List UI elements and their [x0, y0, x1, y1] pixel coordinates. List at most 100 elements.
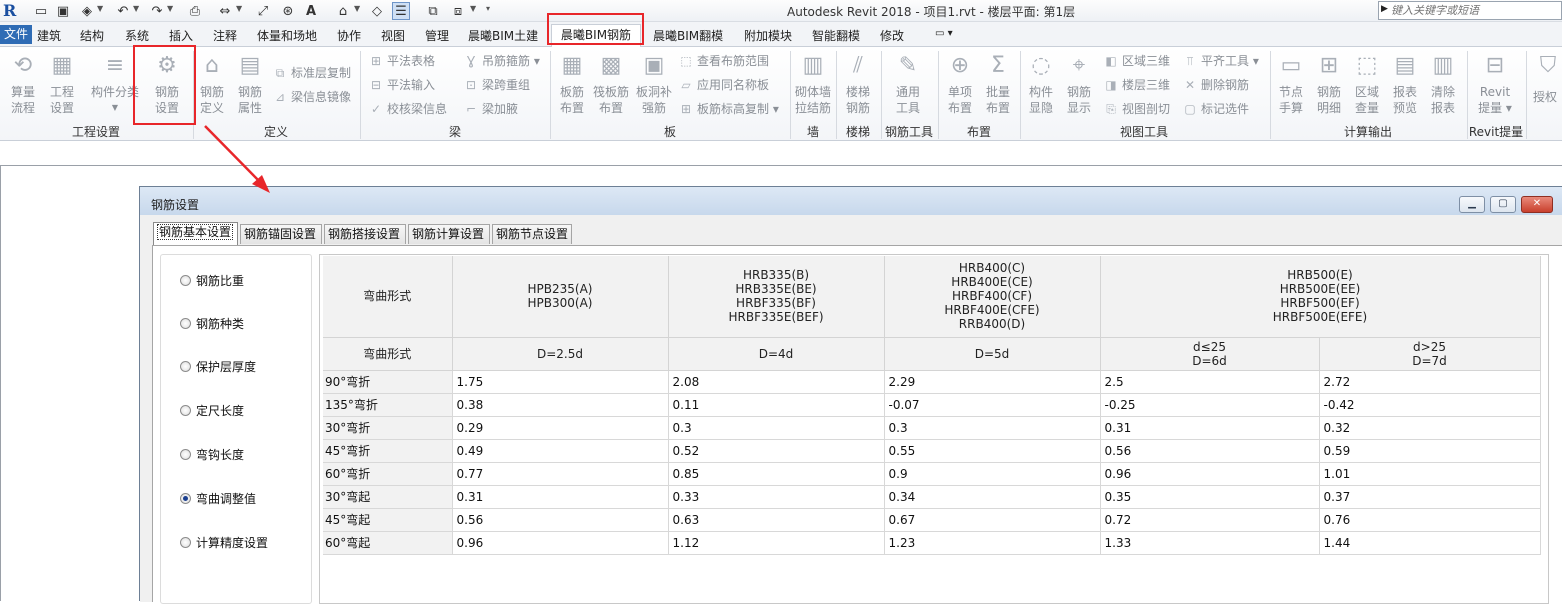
- chevron-down-icon[interactable]: ▼: [97, 4, 103, 13]
- table-cell[interactable]: 1.12: [668, 531, 885, 555]
- thin-lines-icon[interactable]: ☰: [392, 2, 410, 20]
- table-cell[interactable]: 0.29: [452, 416, 669, 440]
- tab-rebar-node-settings[interactable]: 钢筋节点设置: [492, 224, 572, 244]
- table-cell[interactable]: 0.38: [452, 393, 669, 417]
- rebar-attribute-button[interactable]: ▤ 钢筋 属性: [230, 51, 270, 116]
- masonry-tie-button[interactable]: ▥ 砌体墙 拉结筋: [793, 51, 833, 116]
- table-cell[interactable]: 0.76: [1319, 508, 1541, 532]
- clear-report-button[interactable]: ▥ 清除 报表: [1423, 51, 1463, 116]
- table-cell[interactable]: 0.72: [1100, 508, 1320, 532]
- table-cell[interactable]: -0.07: [884, 393, 1101, 417]
- tab-rebar-basic-settings[interactable]: 钢筋基本设置: [153, 222, 238, 245]
- tab-file[interactable]: 文件: [0, 25, 33, 44]
- floor-3d-button[interactable]: ◨ 楼层三维: [1103, 75, 1170, 95]
- chevron-down-icon[interactable]: ▼: [133, 4, 139, 13]
- table-cell[interactable]: 1.75: [452, 370, 669, 394]
- authorize-button[interactable]: ⛉ 授权: [1530, 51, 1562, 104]
- tab-annotate[interactable]: 注释: [213, 27, 237, 45]
- print-icon[interactable]: ⎙: [186, 2, 204, 20]
- maximize-button[interactable]: ▢: [1490, 196, 1516, 213]
- tab-rebar-lap-settings[interactable]: 钢筋搭接设置: [324, 224, 406, 244]
- save-icon[interactable]: ▣: [54, 2, 72, 20]
- general-tool-button[interactable]: ✎ 通用 工具: [888, 51, 928, 116]
- measure-icon[interactable]: ⇔: [216, 2, 234, 20]
- search-box[interactable]: ▶: [1378, 1, 1562, 20]
- slab-rebar-button[interactable]: ▦ 板筋 布置: [552, 51, 592, 116]
- component-split-button[interactable]: ≡ 构件分类 ▼: [88, 51, 142, 116]
- radio-cover-thickness[interactable]: 保护层厚度: [180, 357, 256, 375]
- tab-bim-rebar[interactable]: 晨曦BIM钢筋: [551, 24, 641, 48]
- table-cell[interactable]: 0.85: [668, 462, 885, 486]
- plan-table-button[interactable]: ⊞ 平法表格: [368, 51, 435, 71]
- chevron-down-icon[interactable]: ▼: [354, 4, 360, 13]
- table-cell[interactable]: 0.35: [1100, 485, 1320, 509]
- radio-rebar-type[interactable]: 钢筋种类: [180, 314, 244, 332]
- table-cell[interactable]: 0.56: [452, 508, 669, 532]
- batch-layout-button[interactable]: Σ 批量 布置: [978, 51, 1018, 116]
- table-cell[interactable]: 0.31: [1100, 416, 1320, 440]
- slab-elev-copy-button[interactable]: ⊞ 板筋标高复制 ▾: [678, 99, 779, 119]
- aligned-dimension-icon[interactable]: ⤢: [254, 2, 272, 20]
- table-cell[interactable]: 1.23: [884, 531, 1101, 555]
- table-cell[interactable]: 0.49: [452, 439, 669, 463]
- tab-collaborate[interactable]: 协作: [337, 27, 361, 45]
- tab-view[interactable]: 视图: [381, 27, 405, 45]
- table-cell[interactable]: 0.33: [668, 485, 885, 509]
- radio-bend-adjustment[interactable]: 弯曲调整值: [180, 489, 256, 507]
- table-cell[interactable]: 1.44: [1319, 531, 1541, 555]
- delete-rebar-button[interactable]: ✕ 删除钢筋: [1182, 75, 1249, 95]
- beam-span-regroup-button[interactable]: ⊡ 梁跨重组: [463, 75, 530, 95]
- radio-hook-length[interactable]: 弯钩长度: [180, 445, 244, 463]
- tab-rebar-anchorage-settings[interactable]: 钢筋锚固设置: [240, 224, 322, 244]
- table-cell[interactable]: 0.31: [452, 485, 669, 509]
- table-cell[interactable]: -0.25: [1100, 393, 1320, 417]
- node-manual-calc-button[interactable]: ▭ 节点 手算: [1271, 51, 1311, 116]
- text-icon[interactable]: A: [302, 2, 320, 20]
- chevron-right-icon[interactable]: ▶: [1381, 4, 1388, 14]
- radio-calc-precision[interactable]: 计算精度设置: [180, 533, 268, 551]
- rebar-detail-button[interactable]: ⊞ 钢筋 明细: [1309, 51, 1349, 116]
- tab-architecture[interactable]: 建筑: [37, 27, 61, 45]
- radio-fixed-length[interactable]: 定尺长度: [180, 401, 244, 419]
- slab-hole-rebar-button[interactable]: ▣ 板洞补 强筋: [632, 51, 676, 116]
- table-cell[interactable]: 0.59: [1319, 439, 1541, 463]
- search-input[interactable]: [1391, 3, 1559, 18]
- table-cell[interactable]: 1.33: [1100, 531, 1320, 555]
- component-visibility-button[interactable]: ◌ 构件 显隐: [1021, 51, 1061, 116]
- rebar-definition-button[interactable]: ⌂ 钢筋 定义: [192, 51, 232, 116]
- chevron-down-icon[interactable]: ▼: [470, 4, 476, 13]
- table-cell[interactable]: 0.56: [1100, 439, 1320, 463]
- mark-select-button[interactable]: ▢ 标记选件: [1182, 99, 1249, 119]
- view-section-button[interactable]: ⎘ 视图剖切: [1103, 99, 1170, 119]
- revit-logo[interactable]: R: [3, 1, 21, 21]
- redo-icon[interactable]: ↷: [148, 2, 166, 20]
- tab-insert[interactable]: 插入: [169, 27, 193, 45]
- dialog-title-bar[interactable]: 钢筋设置 ▁ ▢ ✕: [140, 187, 1562, 215]
- table-cell[interactable]: 0.63: [668, 508, 885, 532]
- plan-input-button[interactable]: ⊟ 平法输入: [368, 75, 435, 95]
- table-cell[interactable]: 0.77: [452, 462, 669, 486]
- table-cell[interactable]: 0.11: [668, 393, 885, 417]
- chevron-down-icon[interactable]: ▼: [236, 4, 242, 13]
- zone-query-button[interactable]: ⬚ 区域 查量: [1347, 51, 1387, 116]
- close-hidden-icon[interactable]: ⧉: [424, 2, 442, 20]
- table-cell[interactable]: 2.29: [884, 370, 1101, 394]
- bend-adjustment-table-container[interactable]: 弯曲形式 HPB235(A) HPB300(A) HRB335(B) HRB33…: [319, 254, 1549, 604]
- tab-modify[interactable]: 修改: [880, 27, 904, 45]
- table-cell[interactable]: -0.42: [1319, 393, 1541, 417]
- view-rebar-range-button[interactable]: ⬚ 查看布筋范围: [678, 51, 769, 71]
- raft-rebar-button[interactable]: ▩ 筏板筋 布置: [589, 51, 633, 116]
- tab-systems[interactable]: 系统: [125, 27, 149, 45]
- tab-massing-site[interactable]: 体量和场地: [257, 27, 317, 45]
- sync-icon[interactable]: ◈: [78, 2, 96, 20]
- table-cell[interactable]: 0.67: [884, 508, 1101, 532]
- calc-flow-button[interactable]: ⟲ 算量 流程: [3, 51, 43, 116]
- open-icon[interactable]: ▭: [32, 2, 50, 20]
- beam-mirror-button[interactable]: ⊿ 梁信息镜像: [272, 87, 351, 107]
- chevron-down-icon[interactable]: ▼: [167, 4, 173, 13]
- tab-bim-civil[interactable]: 晨曦BIM土建: [468, 27, 538, 45]
- table-cell[interactable]: 2.72: [1319, 370, 1541, 394]
- 3d-view-icon[interactable]: ⌂: [334, 2, 352, 20]
- table-cell[interactable]: 0.52: [668, 439, 885, 463]
- table-cell[interactable]: 2.08: [668, 370, 885, 394]
